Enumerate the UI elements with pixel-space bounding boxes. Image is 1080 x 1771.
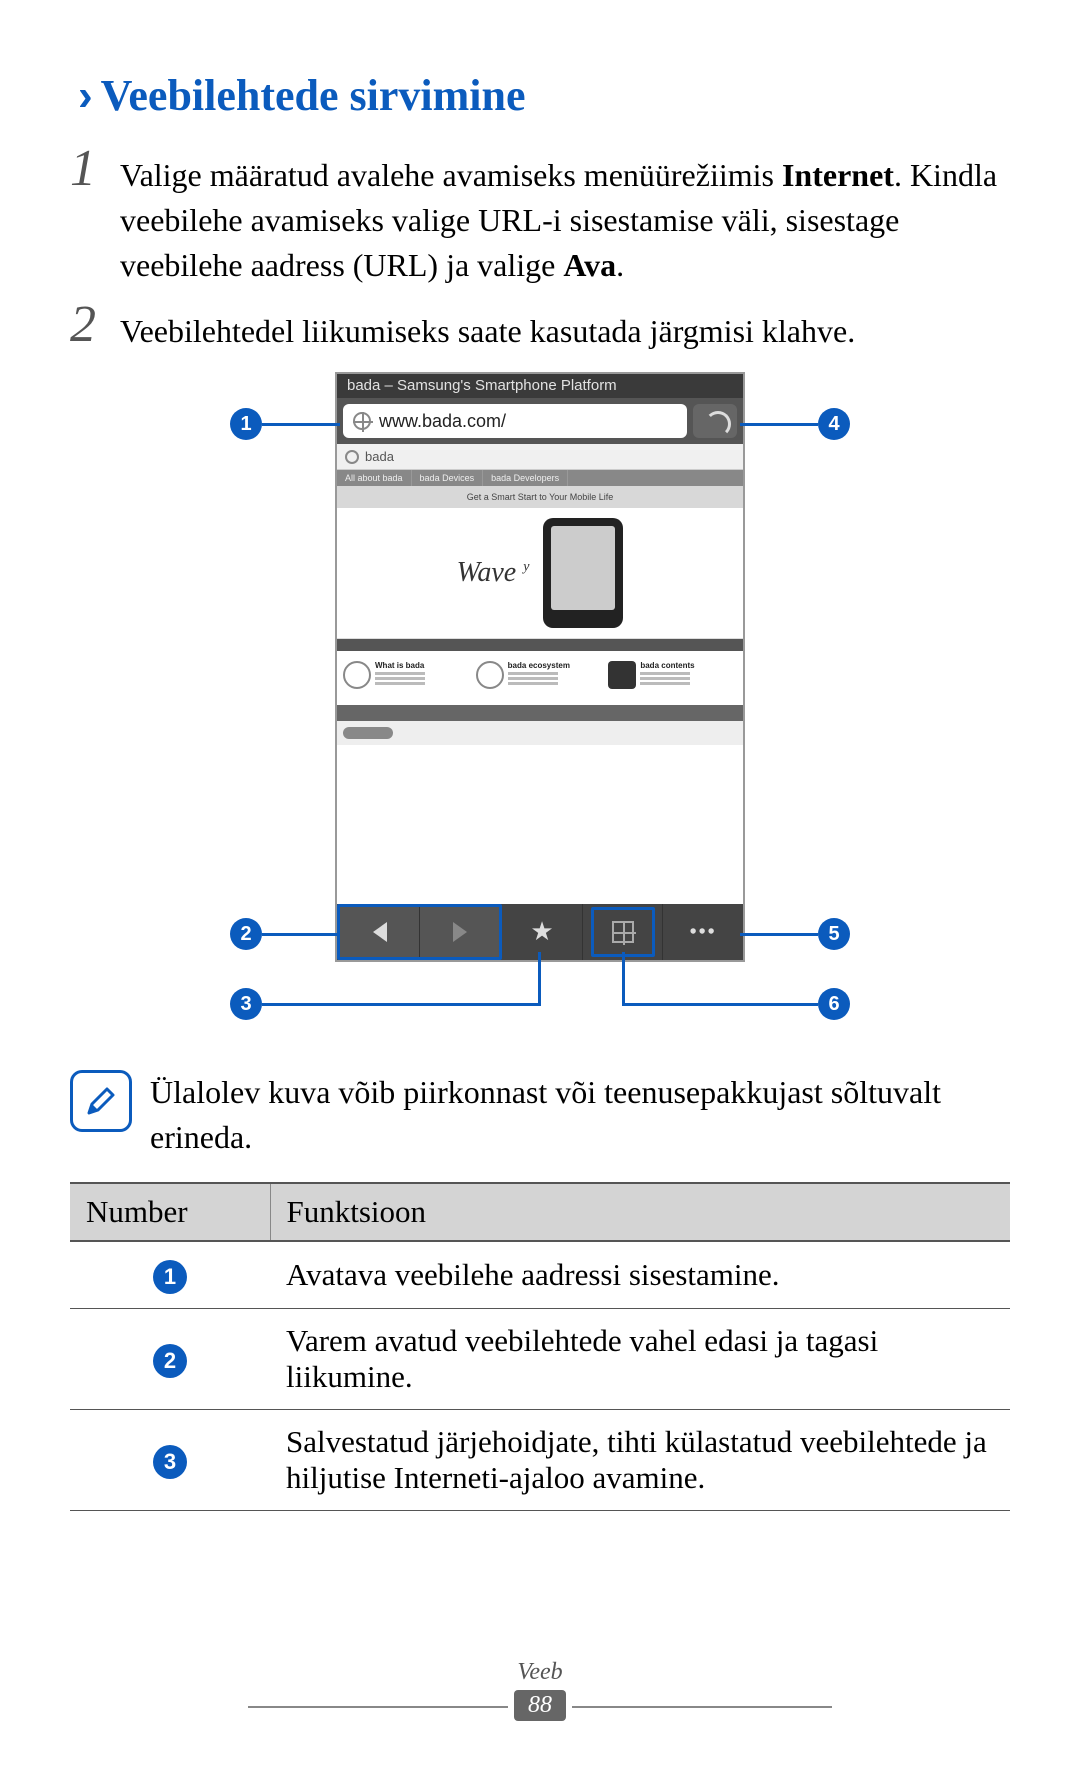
callout-2: 2 — [230, 918, 262, 950]
table-row: 1 Avatava veebilehe aadressi sisestamine… — [70, 1241, 1010, 1309]
table-header-number: Number — [70, 1183, 270, 1241]
annotated-screenshot: 1 4 2 5 3 6 bada – Samsung's Smartphone … — [230, 372, 850, 1040]
bada-logo-icon — [345, 450, 359, 464]
chevron-icon: › — [78, 71, 93, 121]
refresh-button[interactable] — [693, 404, 737, 438]
browser-titlebar: bada – Samsung's Smartphone Platform — [337, 374, 743, 398]
callout-line — [622, 952, 625, 1006]
bookmarks-button[interactable]: ★ — [502, 904, 583, 960]
forward-icon — [453, 922, 467, 942]
feature-icon — [476, 661, 504, 689]
callout-3: 3 — [230, 988, 262, 1020]
callout-line — [538, 952, 541, 1006]
site-tabs: All about bada bada Devices bada Develop… — [337, 470, 743, 486]
row-number-badge: 1 — [153, 1260, 187, 1294]
more-icon: ••• — [690, 921, 717, 944]
back-button[interactable] — [340, 907, 420, 957]
back-icon — [373, 922, 387, 942]
page-number: 88 — [514, 1690, 566, 1721]
step-body: Valige määratud avalehe avamiseks menüür… — [120, 149, 1010, 287]
site-tab[interactable]: bada Devices — [412, 470, 484, 486]
step-number: 2 — [70, 299, 120, 351]
step-1: 1 Valige määratud avalehe avamiseks menü… — [70, 149, 1010, 287]
feature-item: bada ecosystem — [476, 661, 605, 689]
note-box: Ülalolev kuva võib piirkonnast või teenu… — [70, 1070, 1010, 1160]
step-2: 2 Veebilehtedel liikumiseks saate kasuta… — [70, 305, 1010, 354]
callout-1: 1 — [230, 408, 262, 440]
globe-icon — [353, 412, 371, 430]
pencil-icon — [83, 1083, 119, 1119]
site-tab[interactable]: bada Developers — [483, 470, 568, 486]
row-function: Salvestatud järjehoidjate, tihti külasta… — [270, 1409, 1010, 1510]
row-number-badge: 3 — [153, 1445, 187, 1479]
refresh-icon — [705, 411, 725, 431]
samsung-logo — [343, 727, 393, 739]
callout-line — [623, 1003, 818, 1006]
note-icon-frame — [70, 1070, 132, 1132]
site-header: bada — [337, 444, 743, 470]
page-footer: Veeb 88 — [0, 1659, 1080, 1721]
heading-text: Veebilehtede sirvimine — [101, 70, 526, 121]
callout-line — [262, 1003, 540, 1006]
url-text: www.bada.com/ — [379, 411, 506, 432]
note-text: Ülalolev kuva võib piirkonnast või teenu… — [150, 1070, 1010, 1160]
site-tab[interactable]: All about bada — [337, 470, 412, 486]
content-bar — [337, 705, 743, 721]
url-input[interactable]: www.bada.com/ — [343, 404, 687, 438]
feature-item: What is bada — [343, 661, 472, 689]
function-table: Number Funktsioon 1 Avatava veebilehe aa… — [70, 1182, 1010, 1511]
callout-line — [740, 933, 818, 936]
callout-6: 6 — [818, 988, 850, 1020]
step-number: 1 — [70, 143, 120, 195]
feature-icon — [608, 661, 636, 689]
hero-caption: Get a Smart Start to Your Mobile Life — [337, 486, 743, 508]
callout-5: 5 — [818, 918, 850, 950]
section-heading: › Veebilehtede sirvimine — [78, 70, 1010, 121]
feature-row: What is bada bada ecosystem bada content… — [337, 651, 743, 699]
phone-screenshot: bada – Samsung's Smartphone Platform www… — [335, 372, 745, 962]
callout-line — [262, 423, 340, 426]
address-bar-row: www.bada.com/ — [337, 398, 743, 444]
site-brand: bada — [365, 449, 394, 464]
step1-bold-internet: Internet — [782, 157, 894, 193]
table-header-function: Funktsioon — [270, 1183, 1010, 1241]
step1-line2-c: . — [616, 247, 624, 283]
feature-icon — [343, 661, 371, 689]
hero-main: Wave y — [337, 508, 743, 639]
feature-item: bada contents — [608, 661, 737, 689]
table-row: 3 Salvestatud järjehoidjate, tihti külas… — [70, 1409, 1010, 1510]
forward-button[interactable] — [420, 907, 499, 957]
hero-subbar — [337, 639, 743, 651]
step1-text-c: . — [894, 157, 902, 193]
step-body: Veebilehtedel liikumiseks saate kasutada… — [120, 305, 1010, 354]
step1-text-a: Valige määratud avalehe avamiseks menüür… — [120, 157, 782, 193]
step1-bold-ava: Ava — [563, 247, 616, 283]
footer-section-label: Veeb — [0, 1659, 1080, 1686]
windows-icon — [612, 921, 634, 943]
row-function: Avatava veebilehe aadressi sisestamine. — [270, 1241, 1010, 1309]
callout-line — [740, 423, 818, 426]
callout-4: 4 — [818, 408, 850, 440]
star-icon: ★ — [530, 917, 553, 947]
row-function: Varem avatud veebilehtede vahel edasi ja… — [270, 1308, 1010, 1409]
callout-line — [262, 933, 340, 936]
phone-image — [543, 518, 623, 628]
row-number-badge: 2 — [153, 1344, 187, 1378]
wave-logo: Wave y — [457, 557, 530, 589]
more-button[interactable]: ••• — [663, 904, 743, 960]
table-row: 2 Varem avatud veebilehtede vahel edasi … — [70, 1308, 1010, 1409]
content-bar-2 — [337, 721, 743, 745]
nav-back-forward — [337, 904, 502, 960]
